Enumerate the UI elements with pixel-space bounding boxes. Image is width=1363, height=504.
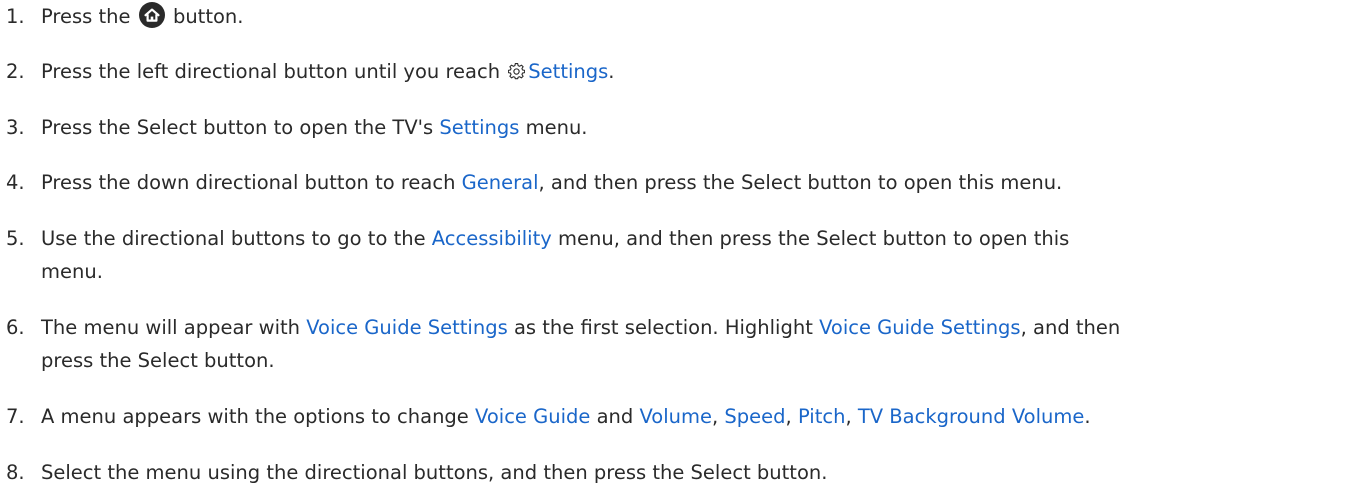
general-link-text: General: [461, 171, 539, 194]
step-text: A menu appears with the options to chang…: [41, 400, 1359, 433]
step-text-part: Select the menu using the directional bu…: [41, 461, 828, 484]
voice-guide-link-text: Voice Guide: [475, 405, 591, 428]
step-text: Use the directional buttons to go to the…: [41, 222, 1359, 288]
step-text-part: , and then: [1020, 316, 1121, 339]
step-number: 4.: [6, 171, 25, 194]
step-text-part: , and then press the Select button to op…: [538, 171, 1063, 194]
speed-link-text: Speed: [724, 405, 786, 428]
pitch-link-text: Pitch: [797, 405, 846, 428]
step-number: 2.: [6, 60, 25, 83]
step-text-part: ,: [785, 405, 792, 428]
step-text: Press the button.: [41, 0, 1359, 33]
step-text-part: .: [608, 60, 615, 83]
step-text-part: Press the: [41, 5, 131, 28]
step-text-part: and: [596, 405, 634, 428]
step-text-part: menu.: [41, 260, 103, 283]
step-text-part: Press the down directional button to rea…: [41, 171, 456, 194]
step-text-part: ,: [845, 405, 852, 428]
tv-background-volume-link-text: TV Background Volume: [857, 405, 1085, 428]
step-text-part: menu.: [525, 116, 588, 139]
step-text-part: press the Select button.: [41, 349, 275, 372]
step-text-part: Press the Select button to open the TV's: [41, 116, 434, 139]
home-icon: [138, 2, 165, 28]
voice-guide-settings-link-text: Voice Guide Settings: [306, 316, 508, 339]
step-text-part: Use the directional buttons to go to the: [41, 227, 426, 250]
step-text-part: A menu appears with the options to chang…: [41, 405, 469, 428]
step-text-part: The menu will appear with: [41, 316, 301, 339]
step-number: 3.: [6, 116, 25, 139]
step-text-part: ,: [712, 405, 719, 428]
step-text: Select the menu using the directional bu…: [41, 456, 1359, 489]
step-text-part: .: [1084, 405, 1091, 428]
step-text: The menu will appear with Voice Guide Se…: [41, 311, 1359, 377]
voice-guide-settings-link-text: Voice Guide Settings: [819, 316, 1021, 339]
step-text: Press the Select button to open the TV's…: [41, 111, 1359, 144]
settings-link-text: Settings: [528, 60, 609, 83]
step-text: Press the down directional button to rea…: [41, 166, 1359, 199]
step-number: 8.: [6, 461, 25, 484]
step-text-part: button.: [172, 5, 244, 28]
step-text: Press the left directional button until …: [41, 55, 1359, 88]
step-number: 1.: [6, 5, 25, 28]
step-text-part: menu, and then press the Select button t…: [558, 227, 1070, 250]
step-number: 7.: [6, 405, 25, 428]
volume-link-text: Volume: [639, 405, 712, 428]
step-text-part: as the first selection. Highlight: [513, 316, 813, 339]
settings-link-text: Settings: [439, 116, 520, 139]
step-text-part: Press the left directional button until …: [41, 60, 501, 83]
accessibility-link-text: Accessibility: [431, 227, 552, 250]
step-number: 6.: [6, 316, 25, 339]
gear-icon: [508, 63, 526, 80]
step-number: 5.: [6, 227, 25, 250]
